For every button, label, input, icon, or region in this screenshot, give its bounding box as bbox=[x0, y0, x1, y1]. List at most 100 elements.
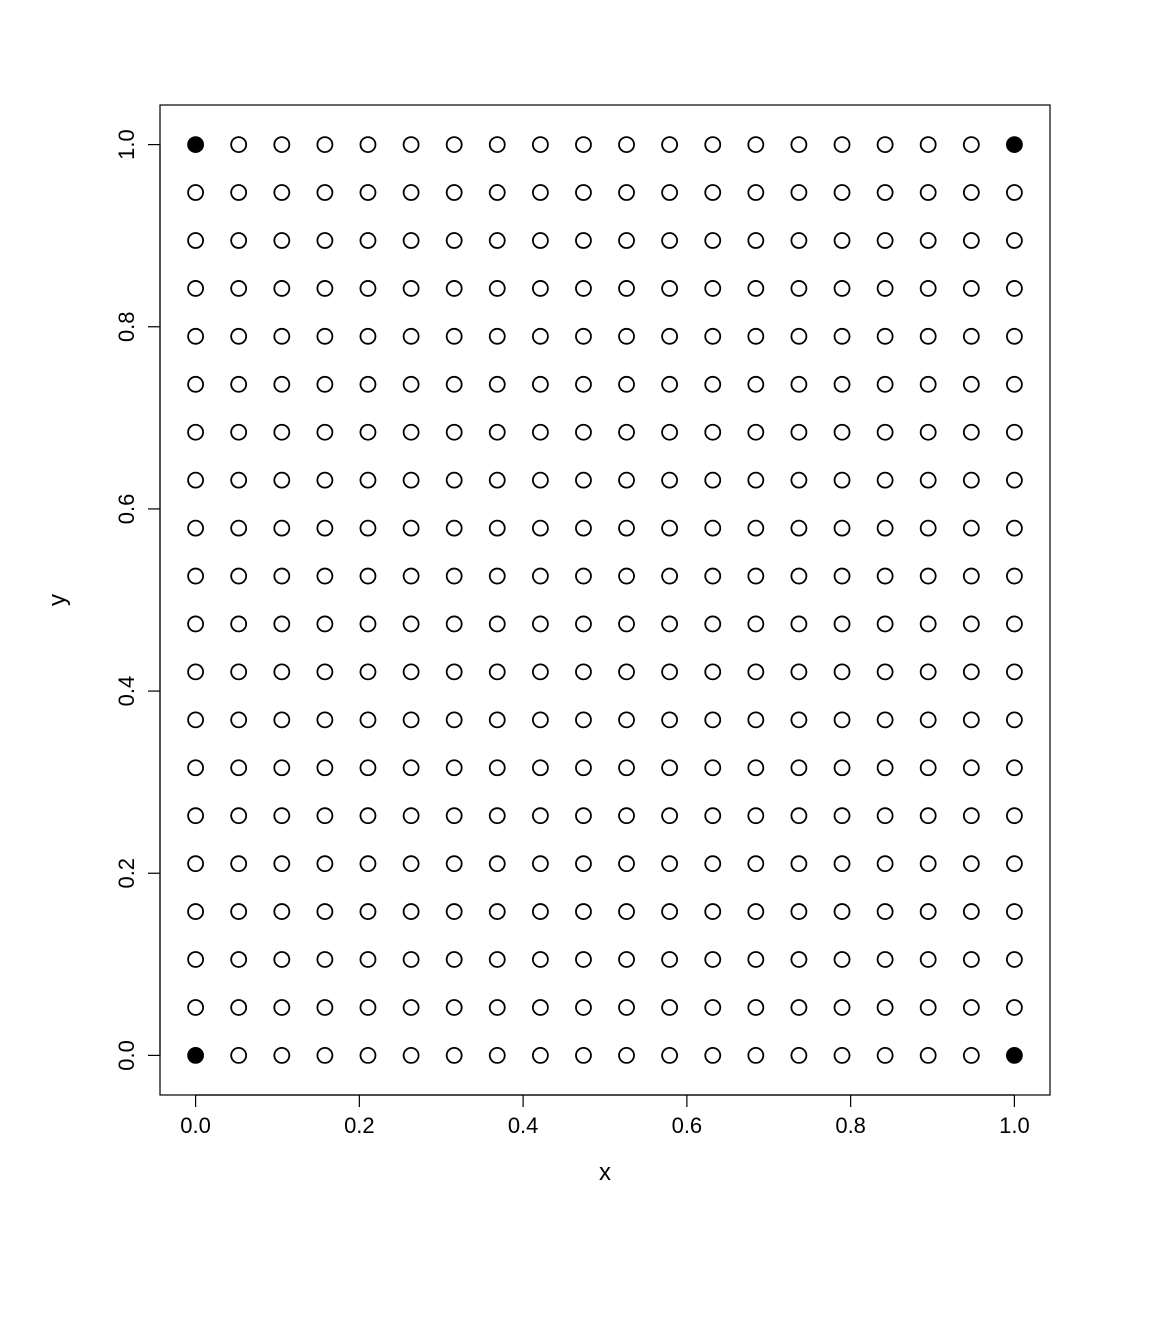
data-point-open bbox=[835, 808, 850, 823]
data-point-open bbox=[447, 808, 462, 823]
data-point-open bbox=[705, 856, 720, 871]
data-point-open bbox=[878, 521, 893, 536]
data-point-open bbox=[360, 808, 375, 823]
data-point-filled bbox=[1008, 138, 1021, 151]
data-point-open bbox=[662, 425, 677, 440]
data-point-open bbox=[317, 137, 332, 152]
data-point-open bbox=[447, 1048, 462, 1063]
data-point-open bbox=[188, 1000, 203, 1015]
data-point-open bbox=[576, 137, 591, 152]
data-point-open bbox=[317, 616, 332, 631]
data-point-open bbox=[791, 856, 806, 871]
data-point-open bbox=[1007, 185, 1022, 200]
data-point-open bbox=[188, 760, 203, 775]
data-point-open bbox=[748, 616, 763, 631]
data-point-open bbox=[964, 425, 979, 440]
data-point-open bbox=[317, 281, 332, 296]
data-point-open bbox=[705, 952, 720, 967]
data-point-open bbox=[317, 664, 332, 679]
data-point-open bbox=[533, 616, 548, 631]
data-point-open bbox=[231, 569, 246, 584]
data-point-open bbox=[360, 569, 375, 584]
x-tick-label: 0.6 bbox=[672, 1113, 703, 1138]
data-point-open bbox=[317, 808, 332, 823]
data-point-open bbox=[490, 808, 505, 823]
data-point-open bbox=[835, 425, 850, 440]
data-point-open bbox=[231, 952, 246, 967]
data-point-open bbox=[662, 1048, 677, 1063]
data-point-open bbox=[360, 1000, 375, 1015]
data-point-open bbox=[274, 281, 289, 296]
data-point-open bbox=[360, 952, 375, 967]
data-point-open bbox=[317, 569, 332, 584]
data-point-open bbox=[619, 137, 634, 152]
data-point-open bbox=[748, 329, 763, 344]
data-point-open bbox=[447, 904, 462, 919]
data-point-open bbox=[1007, 952, 1022, 967]
data-point-open bbox=[576, 233, 591, 248]
data-point-open bbox=[662, 760, 677, 775]
data-point-open bbox=[404, 952, 419, 967]
data-point-open bbox=[231, 856, 246, 871]
data-point-open bbox=[619, 1048, 634, 1063]
chart-svg: 0.00.20.40.60.81.00.00.20.40.60.81.0xy bbox=[0, 0, 1152, 1344]
data-point-open bbox=[619, 952, 634, 967]
data-point-open bbox=[878, 952, 893, 967]
data-point-open bbox=[1007, 473, 1022, 488]
data-point-open bbox=[878, 425, 893, 440]
data-point-open bbox=[964, 377, 979, 392]
data-point-open bbox=[835, 712, 850, 727]
data-point-open bbox=[662, 952, 677, 967]
data-point-open bbox=[1007, 425, 1022, 440]
data-point-open bbox=[748, 952, 763, 967]
data-point-open bbox=[188, 425, 203, 440]
data-point-open bbox=[231, 664, 246, 679]
data-point-open bbox=[274, 329, 289, 344]
data-point-open bbox=[576, 616, 591, 631]
data-point-open bbox=[490, 521, 505, 536]
data-point-open bbox=[447, 569, 462, 584]
data-point-open bbox=[490, 473, 505, 488]
data-point-open bbox=[1007, 616, 1022, 631]
data-point-open bbox=[619, 521, 634, 536]
data-point-open bbox=[231, 521, 246, 536]
data-point-open bbox=[705, 473, 720, 488]
data-point-open bbox=[878, 329, 893, 344]
data-point-open bbox=[490, 329, 505, 344]
data-point-open bbox=[748, 808, 763, 823]
data-point-open bbox=[835, 521, 850, 536]
data-point-open bbox=[231, 1000, 246, 1015]
data-point-open bbox=[533, 664, 548, 679]
data-point-open bbox=[231, 760, 246, 775]
data-point-open bbox=[188, 856, 203, 871]
data-point-open bbox=[662, 329, 677, 344]
data-point-open bbox=[878, 281, 893, 296]
data-point-open bbox=[921, 616, 936, 631]
data-point-open bbox=[964, 281, 979, 296]
data-point-open bbox=[921, 281, 936, 296]
data-point-open bbox=[1007, 521, 1022, 536]
data-point-open bbox=[748, 473, 763, 488]
data-point-open bbox=[231, 808, 246, 823]
data-point-open bbox=[835, 904, 850, 919]
data-point-open bbox=[576, 377, 591, 392]
data-point-open bbox=[576, 569, 591, 584]
data-point-open bbox=[662, 616, 677, 631]
data-point-open bbox=[835, 233, 850, 248]
data-point-open bbox=[964, 1048, 979, 1063]
data-point-open bbox=[533, 808, 548, 823]
data-point-open bbox=[662, 712, 677, 727]
data-point-open bbox=[360, 760, 375, 775]
data-point-open bbox=[1007, 233, 1022, 248]
data-point-open bbox=[576, 664, 591, 679]
data-point-open bbox=[1007, 281, 1022, 296]
data-point-open bbox=[360, 233, 375, 248]
data-point-open bbox=[705, 664, 720, 679]
data-point-open bbox=[791, 664, 806, 679]
x-tick-label: 0.4 bbox=[508, 1113, 539, 1138]
data-point-open bbox=[576, 521, 591, 536]
data-point-open bbox=[317, 425, 332, 440]
data-point-open bbox=[921, 712, 936, 727]
data-point-open bbox=[878, 1048, 893, 1063]
data-point-open bbox=[835, 473, 850, 488]
